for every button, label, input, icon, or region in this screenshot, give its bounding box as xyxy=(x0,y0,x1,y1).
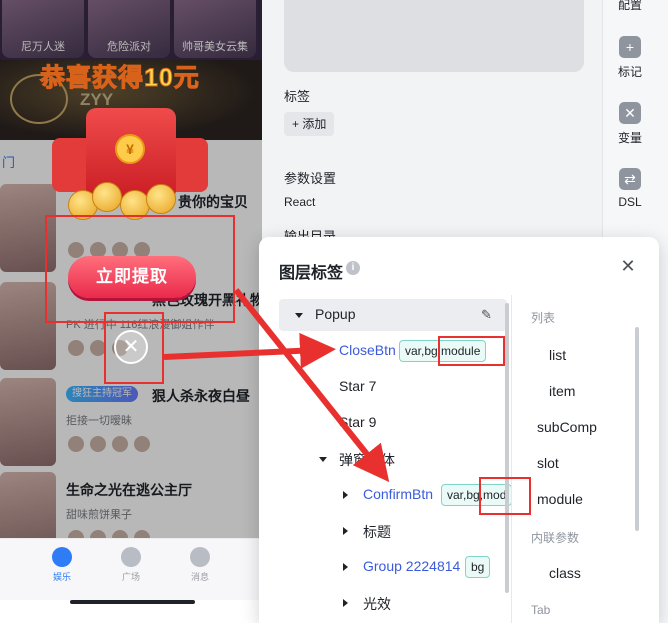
close-icon[interactable]: ✕ xyxy=(619,257,637,275)
nav-item-square[interactable]: 广场 xyxy=(111,547,151,583)
highlight-box-confirm xyxy=(45,215,235,323)
params-label: 参数设置 xyxy=(284,171,337,186)
toolbar-item-label: 变量 xyxy=(617,131,642,145)
tree-node-label: 光效 xyxy=(363,596,391,612)
tree-node-label: 标题 xyxy=(363,524,391,540)
caret-right-icon[interactable] xyxy=(343,563,348,571)
pane-divider xyxy=(511,295,512,623)
tree-node-popup-body[interactable]: 弹窗主体 xyxy=(279,443,507,475)
pane-scrollbar[interactable] xyxy=(635,327,639,531)
tree-node-group[interactable]: Group 2224814 bg xyxy=(279,551,507,583)
tree-node-label: Star 7 xyxy=(339,378,377,394)
layer-tags-dialog: 图层标签 i ✕ Popup ✎ CloseBtn var,bg,module … xyxy=(259,237,659,623)
tree-node-star9[interactable]: Star 9 xyxy=(279,407,507,439)
tag-option-slot[interactable]: slot xyxy=(537,455,559,471)
caret-right-icon[interactable] xyxy=(343,599,348,607)
tag-option-item[interactable]: item xyxy=(549,383,575,399)
tree-node-label: Popup xyxy=(315,306,356,322)
tag-option-class[interactable]: class xyxy=(549,565,581,581)
toolbar-item-label: 配置 xyxy=(617,0,642,12)
nav-item-label: 娱乐 xyxy=(52,572,71,582)
info-icon[interactable]: i xyxy=(346,261,360,275)
tree-node-label: ConfirmBtn xyxy=(363,486,434,502)
toolbar-item-label: 标记 xyxy=(617,65,642,79)
toolbar-item-mark[interactable]: + 标记 xyxy=(603,36,657,80)
tree-node-label: 弹窗主体 xyxy=(339,452,395,468)
compass-icon xyxy=(121,547,141,567)
home-indicator xyxy=(70,600,195,604)
nav-item-label: 广场 xyxy=(121,572,140,582)
caret-down-icon[interactable] xyxy=(295,313,303,318)
layer-tag[interactable]: bg xyxy=(465,556,491,578)
plus-icon: + xyxy=(619,36,641,58)
coin-icon xyxy=(146,184,176,214)
highlight-box-close xyxy=(104,312,164,384)
chat-icon xyxy=(190,547,210,567)
framework-value[interactable]: React xyxy=(284,195,315,209)
red-envelope-illustration: ¥ xyxy=(52,108,208,228)
tree-node-confirmbtn[interactable]: ConfirmBtn var,bg,mod xyxy=(279,479,513,511)
tree-node-label: CloseBtn xyxy=(339,342,396,358)
close-square-icon: ✕ xyxy=(619,102,641,124)
toolbar-item-config[interactable]: 配置 xyxy=(603,0,657,13)
toolbar-item-dsl[interactable]: ⇄ DSL xyxy=(603,168,657,209)
section-label-inline: 内联参数 xyxy=(531,531,580,545)
tree-node-label: Star 9 xyxy=(339,414,377,430)
caret-right-icon[interactable] xyxy=(343,527,348,535)
dsl-icon: ⇄ xyxy=(619,168,641,190)
tag-option-module[interactable]: module xyxy=(537,491,583,507)
preview-card xyxy=(284,0,584,72)
phone-preview: 尼万人迷 危险派对 帅哥美女云集 ZYY 门 贵你的宝贝 黑色玫瑰开黑礼物 PK… xyxy=(0,0,262,623)
section-label-tab: Tab xyxy=(531,603,551,617)
tags-label: 标签 xyxy=(284,89,311,104)
tag-option-subcomp[interactable]: subComp xyxy=(537,419,597,435)
bottom-nav: 娱乐 广场 消息 xyxy=(0,538,262,600)
pencil-icon[interactable]: ✎ xyxy=(481,307,492,323)
yuan-coin-icon: ¥ xyxy=(115,134,145,164)
tree-node-star7[interactable]: Star 7 xyxy=(279,371,507,403)
highlight-box-closebtn-tag xyxy=(438,336,505,366)
caret-right-icon[interactable] xyxy=(343,491,348,499)
nav-item-entertainment[interactable]: 娱乐 xyxy=(42,547,82,583)
tag-type-pane: 列表 list item subComp slot module 内联参数 cl… xyxy=(519,299,639,623)
tree-node-title[interactable]: 标题 xyxy=(279,515,507,547)
popup-win-title: 恭喜获得10元 xyxy=(40,64,200,93)
nav-item-messages[interactable]: 消息 xyxy=(180,547,220,583)
toolbar-item-label: DSL xyxy=(618,195,642,209)
tag-option-list[interactable]: list xyxy=(549,347,566,363)
highlight-box-confirmbtn-tag xyxy=(479,477,531,515)
star-icon xyxy=(52,547,72,567)
tree-node-popup[interactable]: Popup ✎ xyxy=(279,299,507,331)
coin-icon xyxy=(92,182,122,212)
tree-scrollbar[interactable] xyxy=(505,303,509,593)
nav-item-label: 消息 xyxy=(190,572,209,582)
caret-down-icon[interactable] xyxy=(319,457,327,462)
tree-node-label: Group 2224814 xyxy=(363,558,461,574)
toolbar-item-variable[interactable]: ✕ 变量 xyxy=(603,102,657,146)
section-label-list: 列表 xyxy=(531,311,556,325)
dialog-title: 图层标签 xyxy=(279,265,344,282)
add-tag-button[interactable]: + 添加 xyxy=(284,112,335,136)
tree-node-glow[interactable]: 光效 xyxy=(279,587,507,619)
